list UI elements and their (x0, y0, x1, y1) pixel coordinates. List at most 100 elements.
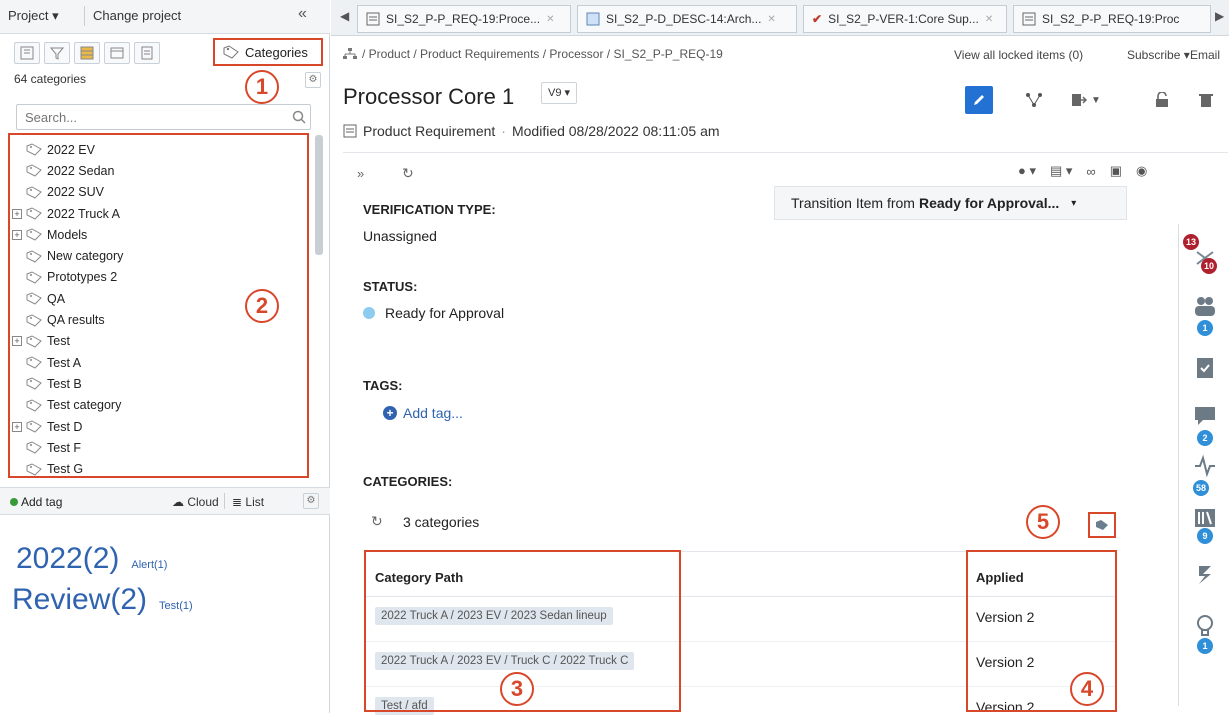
document-tabs: ◀ SI_S2_P-P_REQ-19:Proce... ✕ SI_S2_P-D_… (331, 0, 1229, 36)
version-dropdown[interactable]: V9 ▾ (541, 82, 578, 104)
design-icon (586, 12, 600, 26)
tag-icon (26, 164, 42, 178)
add-tag-button[interactable]: Add tag (10, 495, 62, 509)
tree-item-label: 2022 EV (47, 142, 95, 157)
tree-view-icon[interactable] (14, 42, 40, 64)
tab-scroll-left-icon[interactable]: ◀ (340, 9, 349, 23)
tab-req-19-2[interactable]: SI_S2_P-P_REQ-19:Proc (1013, 5, 1211, 33)
versions-icon[interactable] (1193, 506, 1217, 530)
requirement-icon (1022, 12, 1036, 26)
tag-icon (1096, 520, 1108, 530)
tree-item[interactable]: Test F (10, 437, 307, 458)
expand-icon[interactable]: + (12, 229, 22, 240)
comments-icon[interactable] (1193, 404, 1217, 428)
tree-scrollbar[interactable] (315, 135, 323, 255)
tab-ver-1[interactable]: ✔ SI_S2_P-VER-1:Core Sup... ✕ (803, 5, 1007, 33)
email-link[interactable]: Email (1190, 48, 1220, 62)
tree-item[interactable]: Prototypes 2 (10, 267, 307, 288)
tree-item[interactable]: Test G (10, 458, 307, 476)
settings-icon[interactable]: ⚙ (305, 72, 321, 88)
category-search-input[interactable] (16, 104, 311, 130)
document-icon[interactable] (134, 42, 160, 64)
categories-tab[interactable]: Categories (213, 38, 323, 66)
tree-item[interactable]: Test A (10, 352, 307, 373)
tag-cloud-item[interactable]: 2022(2) (16, 542, 119, 576)
expand-icon[interactable]: + (12, 336, 22, 347)
review-icon[interactable]: ◉ (1136, 163, 1147, 179)
requirement-icon (343, 124, 357, 138)
expand-icon[interactable]: + (12, 421, 22, 432)
subscribe-menu[interactable]: Subscribe ▾ (1127, 48, 1190, 62)
locked-items-link[interactable]: View all locked items (0) (954, 48, 1083, 62)
tab-req-19[interactable]: SI_S2_P-P_REQ-19:Proce... ✕ (357, 5, 571, 33)
window-icon[interactable] (104, 42, 130, 64)
lightbulb-icon[interactable] (1193, 614, 1217, 638)
checklist-icon[interactable] (1193, 356, 1217, 380)
export-icon (1072, 94, 1088, 106)
project-bar: Project ▾ Change project « (0, 0, 330, 34)
item-title: Processor Core 1 (343, 84, 515, 109)
tab-label: SI_S2_P-P_REQ-19:Proc (1042, 12, 1180, 26)
users-icon[interactable] (1193, 294, 1217, 318)
verification-type-value[interactable]: Unassigned (363, 228, 437, 244)
collapse-fields-icon[interactable]: » (357, 166, 364, 181)
tag-cloud-item[interactable]: Review(2) (12, 583, 147, 617)
delete-button[interactable] (1192, 86, 1220, 114)
trash-icon (1199, 94, 1213, 107)
sync-icon[interactable] (1193, 562, 1217, 586)
refresh-icon[interactable]: ↻ (402, 165, 414, 182)
tree-item[interactable]: + Test (10, 331, 307, 352)
collapse-panel-icon[interactable]: « (298, 5, 307, 23)
breadcrumb-path[interactable]: / Product / Product Requirements / Proce… (362, 47, 723, 61)
tab-scroll-right-icon[interactable]: ▶ (1215, 9, 1224, 23)
filter-icon[interactable] (44, 42, 70, 64)
project-menu[interactable]: Project ▾ (8, 8, 59, 24)
add-tag-link[interactable]: + Add tag... (383, 405, 463, 421)
item-type: Product Requirement (363, 123, 496, 139)
search-icon[interactable] (292, 110, 306, 124)
reuse-icon[interactable]: ▣ (1110, 163, 1122, 179)
tree-item[interactable]: 2022 Sedan (10, 160, 307, 181)
tree-item[interactable]: 2022 EV (10, 139, 307, 160)
plus-icon: + (383, 406, 397, 420)
tag-cloud-item[interactable]: Alert(1) (131, 559, 167, 571)
grid-icon[interactable] (74, 42, 100, 64)
edit-categories-button[interactable] (1088, 512, 1116, 538)
right-sidebar: 13 10 1 2 58 9 1 (1178, 224, 1229, 706)
close-icon[interactable]: ✕ (546, 14, 554, 25)
relationships-button[interactable] (1020, 86, 1048, 114)
edit-button[interactable] (965, 86, 993, 114)
tab-desc-14[interactable]: SI_S2_P-D_DESC-14:Arch... ✕ (577, 5, 797, 33)
status-field[interactable]: Ready for Approval (363, 305, 504, 321)
tree-item[interactable]: New category (10, 245, 307, 266)
settings-icon[interactable]: ⚙ (303, 493, 319, 509)
chevron-down-icon: ▾ (1071, 197, 1077, 209)
tree-item[interactable]: 2022 SUV (10, 182, 307, 203)
tree-item[interactable]: Test B (10, 373, 307, 394)
tree-item[interactable]: +2022 Truck A (10, 203, 307, 224)
cloud-view-button[interactable]: ☁ Cloud (172, 495, 219, 509)
refresh-icon[interactable]: ↻ (371, 513, 383, 530)
tree-item[interactable]: + Models (10, 224, 307, 245)
tree-item[interactable]: + Test D (10, 416, 307, 437)
transition-dropdown[interactable]: Transition Item from Ready for Approval.… (774, 186, 1127, 220)
export-menu[interactable]: ▼ (1064, 86, 1108, 114)
tag-cloud-item[interactable]: Test(1) (159, 600, 193, 612)
change-project-link[interactable]: Change project (93, 8, 181, 23)
expand-icon[interactable]: + (12, 208, 22, 219)
list-view-button[interactable]: ≣ List (232, 495, 264, 509)
trace-badge-upstream: 13 (1183, 234, 1200, 250)
close-icon[interactable]: ✕ (985, 14, 993, 25)
tag-icon (26, 250, 42, 263)
close-icon[interactable]: ✕ (767, 14, 775, 25)
docs-menu[interactable]: ▤ ▾ (1050, 163, 1072, 179)
item-meta: Product Requirement · Modified 08/28/202… (343, 123, 720, 139)
activity-icon[interactable] (1193, 454, 1217, 478)
link-icon[interactable]: ∞ (1086, 164, 1095, 179)
lock-button[interactable] (1148, 86, 1176, 114)
tag-icon (26, 335, 42, 348)
options-menu[interactable]: ● ▾ (1018, 163, 1036, 179)
tag-icon (26, 143, 42, 156)
tree-item[interactable]: Test category (10, 395, 307, 416)
tab-spacer (164, 42, 204, 64)
